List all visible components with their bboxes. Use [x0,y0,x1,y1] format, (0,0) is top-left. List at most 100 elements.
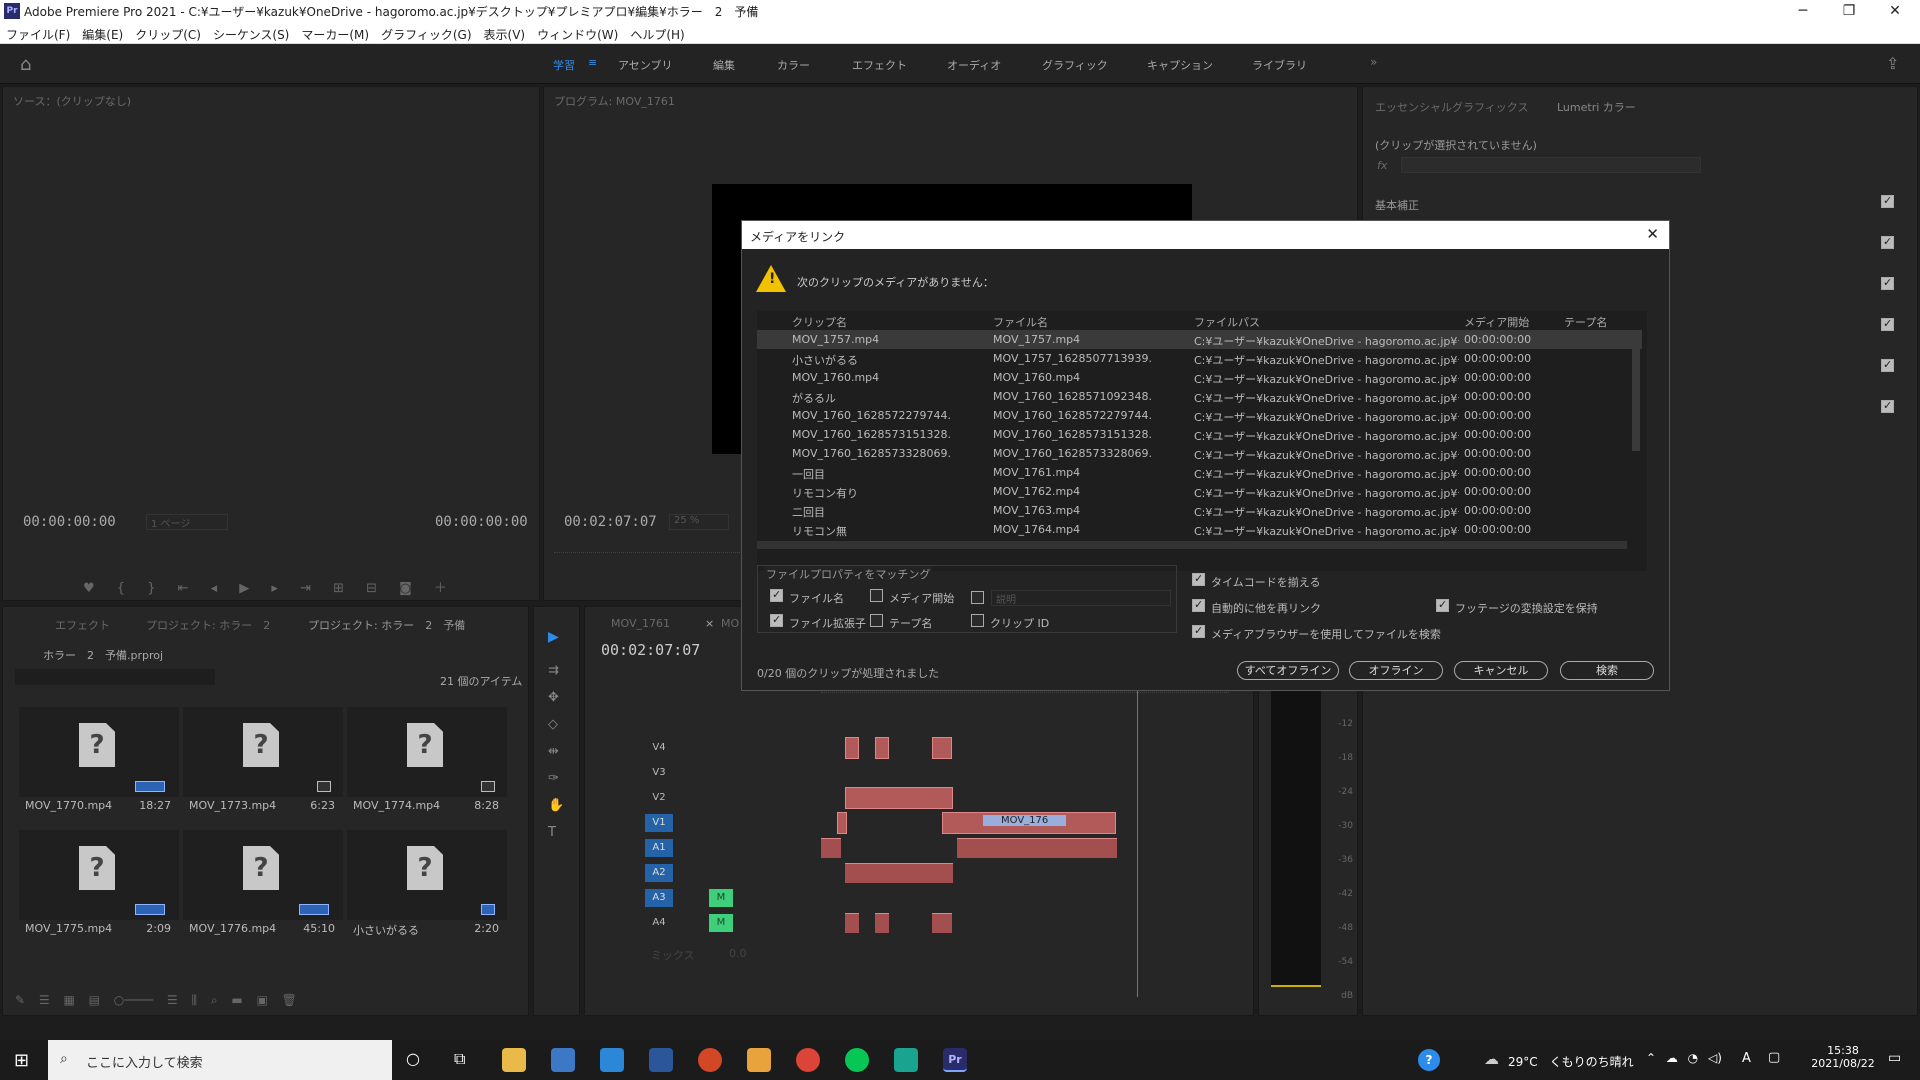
clip-table-row[interactable]: MOV_1760_1628573328069.mp4 MOV_1760_16285… [757,444,1642,463]
share-icon[interactable]: ⇪ [1886,54,1899,73]
col-file-name[interactable]: ファイル名 [993,314,1048,330]
ime-mode-icon[interactable]: ▢ [1768,1050,1780,1065]
minimize-button[interactable]: ─ [1780,0,1826,22]
cancel-button[interactable]: キャンセル [1454,661,1548,680]
workspace-menu-icon[interactable]: ≡ [588,56,597,69]
track-header-a3[interactable]: A3 M [585,887,805,909]
section-toggle-5[interactable] [1881,358,1894,372]
menu-window[interactable]: ウィンドウ(W) [531,22,624,43]
timeline-clip[interactable] [845,787,953,809]
timeline-clip-mov176[interactable]: MOV_176 [942,812,1116,834]
section-toggle-1[interactable] [1881,194,1894,208]
menu-graphics[interactable]: グラフィック(G) [375,22,477,43]
workspace-graphics[interactable]: グラフィック [1042,57,1108,73]
media-player-icon[interactable] [747,1048,771,1072]
mail-icon[interactable] [600,1048,624,1072]
tab-lumetri-color[interactable]: Lumetri カラー [1557,99,1636,115]
project-item[interactable]: ? 小さいがるる 2:20 [347,830,507,950]
workspace-libraries[interactable]: ライブラリ [1252,57,1307,73]
more-workspaces-icon[interactable]: » [1370,55,1377,69]
menu-sequence[interactable]: シーケンス(S) [207,22,295,43]
word-icon[interactable] [649,1048,673,1072]
premiere-taskbar-icon[interactable]: Pr [943,1048,967,1072]
project-item[interactable]: ? MOV_1774.mp4 8:28 [347,707,507,827]
system-tray-icons[interactable]: ⌃ ☁ ◔ ◁) [1646,1051,1722,1065]
section-toggle-6[interactable] [1881,399,1894,413]
clip-table-row[interactable]: 小さいがるる MOV_1757_1628507713939.mp4 C:¥ユーザー¥… [757,349,1642,368]
basic-correction-section[interactable]: 基本補正 [1375,197,1419,213]
table-scrollbar[interactable] [1632,331,1640,451]
source-panel-title[interactable]: ソース：(クリップなし) [13,93,131,109]
workspace-captions[interactable]: キャプション [1147,57,1213,73]
project-item[interactable]: ? MOV_1773.mp4 6:23 [183,707,343,827]
match-filename-checkbox[interactable] [770,588,783,602]
menu-edit[interactable]: 編集(E) [76,22,129,43]
weather-text[interactable]: 29°C くもりのち晴れ [1508,1053,1634,1070]
match-clip-id-checkbox[interactable] [971,614,984,627]
section-toggle-2[interactable] [1881,235,1894,249]
dialog-close-icon[interactable]: ✕ [1646,225,1659,243]
track-header-v2[interactable]: V2 [585,787,805,809]
project-item[interactable]: ? MOV_1770.mp4 18:27 [19,707,179,827]
align-timecode-checkbox[interactable] [1192,572,1205,586]
audio-clip[interactable] [845,863,953,883]
track-header-v3[interactable]: V3 [585,762,805,784]
match-tape-checkbox[interactable] [870,614,883,627]
clip-table-row[interactable]: MOV_1760_1628572279744.mp4 MOV_1760_16285… [757,406,1642,425]
menu-view[interactable]: 表示(V) [478,22,532,43]
audio-clip[interactable] [875,913,889,933]
col-tape-name[interactable]: テープ名 [1564,314,1607,330]
program-timecode[interactable]: 00:02:07:07 [564,514,657,530]
clip-select-dropdown[interactable] [1401,157,1701,173]
store-icon[interactable] [551,1048,575,1072]
track-header-a2[interactable]: A2 [585,862,805,884]
audio-clip[interactable] [932,913,952,933]
track-header-a4[interactable]: A4 M [585,912,805,934]
workspace-editing[interactable]: 編集 [713,57,735,73]
offline-button[interactable]: オフライン [1349,661,1443,680]
match-description-checkbox[interactable] [971,591,984,604]
project-footer-tools[interactable]: ✎ ☰ ▦ ▤ ○──── ☰ ⫼ ⌕ ▬ ▣ 🗑 [15,993,515,1008]
tab-effects[interactable]: エフェクト [55,617,110,633]
project-item[interactable]: ? MOV_1776.mp4 45:10 [183,830,343,950]
timeline-tab[interactable]: MOV_1761 [611,617,670,630]
section-toggle-4[interactable] [1881,317,1894,331]
tab-essential-graphics[interactable]: エッセンシャルグラフィックス [1375,99,1528,115]
workspace-audio[interactable]: オーディオ [947,57,1001,73]
match-media-start-checkbox[interactable] [870,589,883,602]
preserve-interpret-checkbox[interactable] [1436,598,1449,612]
line-icon[interactable] [845,1048,869,1072]
auto-relink-checkbox[interactable] [1192,598,1205,612]
restore-button[interactable]: ❐ [1826,0,1872,22]
task-view-icon[interactable]: ⧉ [454,1049,465,1069]
tool-icons[interactable]: ⇉ ✥ ◇ ⇹ ✑ ✋ T [548,657,564,846]
audio-clip[interactable] [957,838,1117,858]
timeline-clip[interactable] [932,737,952,759]
timeline-tab-2[interactable]: MO [721,617,739,630]
source-timecode-in[interactable]: 00:00:00:00 [23,514,116,530]
weather-icon[interactable]: ☁ [1484,1050,1499,1068]
chrome-icon[interactable] [796,1048,820,1072]
col-clip-name[interactable]: クリップ名 [792,314,847,330]
source-transport-controls[interactable]: ♥ { } ⇤ ◂ ▶ ▸ ⇥ ⊞ ⊟ ◙ ＋ [83,577,523,596]
playhead[interactable] [1137,687,1138,997]
page-select[interactable]: 1 ページ [146,514,228,530]
menu-marker[interactable]: マーカー(M) [295,22,375,43]
cortana-icon[interactable]: ○ [406,1049,420,1068]
clip-table-row[interactable]: MOV_1760_1628573151328.mp4 MOV_1760_16285… [757,425,1642,444]
timeline-clip[interactable] [875,737,889,759]
menu-help[interactable]: ヘルプ(H) [624,22,690,43]
audio-clip[interactable] [845,913,859,933]
col-media-start[interactable]: メディア開始 [1464,314,1529,330]
workspace-assembly[interactable]: アセンブリ [618,57,672,73]
workspace-color[interactable]: カラー [777,57,810,73]
track-header-a1[interactable]: A1 [585,837,805,859]
clip-table-row[interactable]: MOV_1760.mp4 MOV_1760.mp4 C:¥ユーザー¥kazuk¥On… [757,368,1642,387]
selection-tool-icon[interactable]: ▶ [548,629,559,645]
home-icon[interactable]: ⌂ [20,54,31,75]
help-icon[interactable]: ? [1418,1049,1440,1071]
program-panel-title[interactable]: プログラム: MOV_1761 [554,93,675,109]
track-header-v4[interactable]: V4 [585,737,805,759]
zoom-select[interactable]: 25 % [669,514,729,530]
table-h-scrollbar[interactable] [757,541,1627,549]
